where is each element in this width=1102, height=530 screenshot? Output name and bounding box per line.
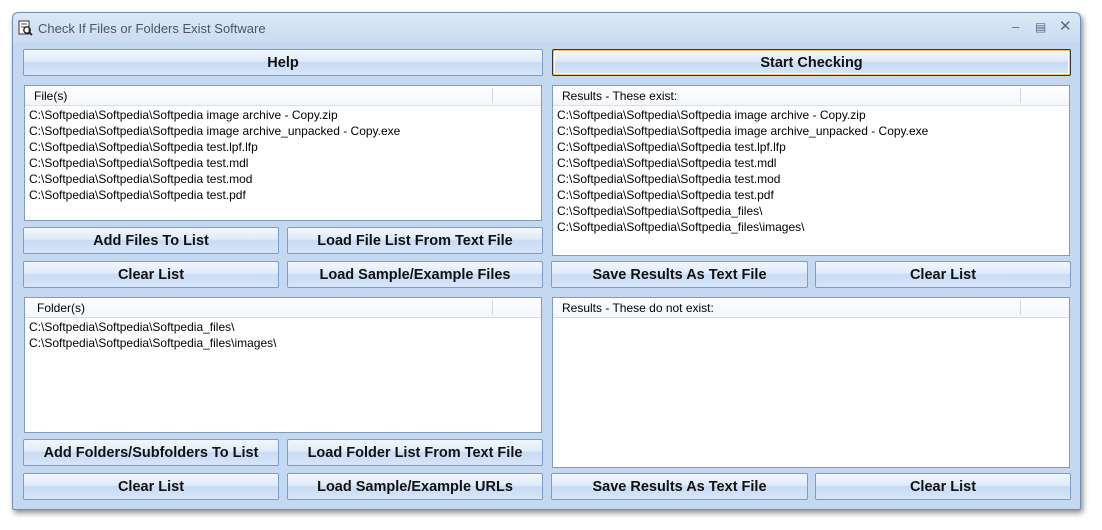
list-item[interactable]: C:\Softpedia\Softpedia\Softpedia_files\ (553, 203, 1069, 219)
results-exist-header[interactable]: Results - These exist: (553, 86, 1069, 106)
files-list-header[interactable]: File(s) (25, 86, 541, 106)
client-area: Help Start Checking File(s) C:\Softpedia… (13, 43, 1080, 509)
folders-rows: C:\Softpedia\Softpedia\Softpedia_files\ C… (25, 318, 541, 351)
results-not-exist-column-header: Results - These do not exist: (562, 301, 714, 315)
title-bar[interactable]: Check If Files or Folders Exist Software… (13, 13, 1080, 43)
folders-list[interactable]: Folder(s) C:\Softpedia\Softpedia\Softped… (24, 297, 542, 433)
app-icon (18, 20, 33, 36)
close-icon[interactable]: ✕ (1059, 17, 1072, 35)
files-column-header: File(s) (34, 89, 68, 103)
column-separator (492, 88, 493, 103)
list-item[interactable]: C:\Softpedia\Softpedia\Softpedia image a… (553, 123, 1069, 139)
list-item[interactable]: C:\Softpedia\Softpedia\Softpedia image a… (553, 107, 1069, 123)
results-not-exist-rows (553, 318, 1069, 319)
minimize-icon[interactable]: – (1012, 19, 1019, 34)
clear-folders-button[interactable]: Clear List (23, 473, 279, 500)
list-item[interactable]: C:\Softpedia\Softpedia\Softpedia test.pd… (553, 187, 1069, 203)
load-file-list-button[interactable]: Load File List From Text File (287, 227, 543, 254)
files-list[interactable]: File(s) C:\Softpedia\Softpedia\Softpedia… (24, 85, 542, 221)
list-item[interactable]: C:\Softpedia\Softpedia\Softpedia test.lp… (25, 139, 541, 155)
results-exist-rows: C:\Softpedia\Softpedia\Softpedia image a… (553, 106, 1069, 235)
clear-results-not-exist-button[interactable]: Clear List (815, 473, 1071, 500)
load-sample-urls-button[interactable]: Load Sample/Example URLs (287, 473, 543, 500)
list-item[interactable]: C:\Softpedia\Softpedia\Softpedia test.lp… (553, 139, 1069, 155)
load-folder-list-button[interactable]: Load Folder List From Text File (287, 439, 543, 466)
files-rows: C:\Softpedia\Softpedia\Softpedia image a… (25, 106, 541, 203)
list-item[interactable]: C:\Softpedia\Softpedia\Softpedia image a… (25, 123, 541, 139)
save-results-not-exist-button[interactable]: Save Results As Text File (551, 473, 808, 500)
folders-column-header: Folder(s) (37, 301, 86, 315)
clear-files-button[interactable]: Clear List (23, 261, 279, 288)
results-not-exist-header[interactable]: Results - These do not exist: (553, 298, 1069, 318)
list-item[interactable]: C:\Softpedia\Softpedia\Softpedia_files\i… (25, 335, 541, 351)
results-exist-column-header: Results - These exist: (562, 89, 678, 103)
app-window: Check If Files or Folders Exist Software… (12, 12, 1081, 510)
start-checking-button[interactable]: Start Checking (552, 49, 1071, 76)
list-item[interactable]: C:\Softpedia\Softpedia\Softpedia test.md… (25, 155, 541, 171)
maximize-icon[interactable]: ▤ (1035, 20, 1046, 34)
results-not-exist-list[interactable]: Results - These do not exist: (552, 297, 1070, 468)
folders-list-header[interactable]: Folder(s) (25, 298, 541, 318)
list-item[interactable]: C:\Softpedia\Softpedia\Softpedia test.mo… (25, 171, 541, 187)
list-item[interactable]: C:\Softpedia\Softpedia\Softpedia image a… (25, 107, 541, 123)
list-item[interactable]: C:\Softpedia\Softpedia\Softpedia_files\i… (553, 219, 1069, 235)
load-sample-files-button[interactable]: Load Sample/Example Files (287, 261, 543, 288)
clear-results-exist-button[interactable]: Clear List (815, 261, 1071, 288)
column-separator (492, 300, 493, 315)
column-separator (1020, 88, 1021, 103)
add-folders-button[interactable]: Add Folders/Subfolders To List (23, 439, 279, 466)
list-item[interactable]: C:\Softpedia\Softpedia\Softpedia test.md… (553, 155, 1069, 171)
window-title: Check If Files or Folders Exist Software (38, 21, 266, 36)
results-exist-list[interactable]: Results - These exist: C:\Softpedia\Soft… (552, 85, 1070, 256)
column-separator (1020, 300, 1021, 315)
list-item[interactable]: C:\Softpedia\Softpedia\Softpedia test.mo… (553, 171, 1069, 187)
help-button[interactable]: Help (23, 49, 543, 76)
save-results-exist-button[interactable]: Save Results As Text File (551, 261, 808, 288)
list-item[interactable]: C:\Softpedia\Softpedia\Softpedia_files\ (25, 319, 541, 335)
add-files-button[interactable]: Add Files To List (23, 227, 279, 254)
list-item[interactable]: C:\Softpedia\Softpedia\Softpedia test.pd… (25, 187, 541, 203)
